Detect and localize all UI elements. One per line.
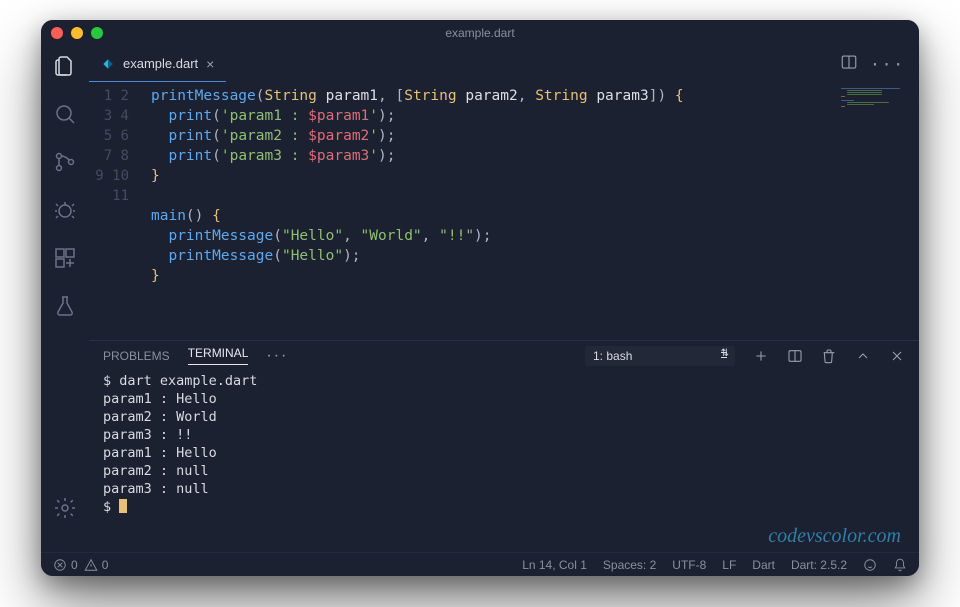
terminal-output[interactable]: $ dart example.dart param1 : Hello param… bbox=[89, 370, 919, 552]
terminal-cursor bbox=[119, 499, 127, 513]
panel-tab-problems[interactable]: PROBLEMS bbox=[103, 349, 170, 363]
status-bell-icon[interactable] bbox=[893, 558, 907, 572]
status-sdk[interactable]: Dart: 2.5.2 bbox=[791, 558, 847, 572]
settings-gear-icon[interactable] bbox=[53, 496, 77, 524]
split-editor-icon[interactable] bbox=[834, 49, 864, 79]
window-title: example.dart bbox=[41, 26, 919, 40]
test-icon[interactable] bbox=[53, 294, 77, 322]
tab-example-dart[interactable]: example.dart × bbox=[89, 46, 226, 82]
status-language[interactable]: Dart bbox=[752, 558, 775, 572]
status-spaces[interactable]: Spaces: 2 bbox=[603, 558, 656, 572]
search-icon[interactable] bbox=[53, 102, 77, 130]
minimap[interactable] bbox=[841, 82, 919, 340]
tab-label: example.dart bbox=[123, 56, 198, 71]
status-feedback-icon[interactable] bbox=[863, 558, 877, 572]
explorer-icon[interactable] bbox=[53, 54, 77, 82]
vscode-window: example.dart bbox=[41, 20, 919, 576]
debug-icon[interactable] bbox=[53, 198, 77, 226]
bottom-panel: PROBLEMS TERMINAL ··· 1: bash⇅ $ dart ex… bbox=[89, 340, 919, 552]
code-content[interactable]: printMessage(String param1, [String para… bbox=[143, 82, 841, 340]
panel-tab-bar: PROBLEMS TERMINAL ··· 1: bash⇅ bbox=[89, 341, 919, 370]
editor-more-icon[interactable]: ··· bbox=[864, 51, 911, 78]
activity-bar bbox=[41, 46, 89, 552]
status-warnings[interactable]: 0 bbox=[84, 558, 109, 572]
source-control-icon[interactable] bbox=[53, 150, 77, 178]
status-errors[interactable]: 0 bbox=[53, 558, 78, 572]
status-cursor[interactable]: Ln 14, Col 1 bbox=[522, 558, 587, 572]
line-gutter: 1 2 3 4 5 6 7 8 9 10 11 bbox=[89, 82, 143, 340]
dart-file-icon bbox=[101, 57, 115, 71]
close-panel-icon[interactable] bbox=[889, 348, 905, 364]
split-terminal-icon[interactable] bbox=[787, 348, 803, 364]
maximize-panel-icon[interactable] bbox=[855, 348, 871, 364]
panel-tab-terminal[interactable]: TERMINAL bbox=[188, 346, 249, 365]
code-editor[interactable]: 1 2 3 4 5 6 7 8 9 10 11 printMessage(Str… bbox=[89, 82, 919, 340]
new-terminal-icon[interactable] bbox=[753, 348, 769, 364]
extensions-icon[interactable] bbox=[53, 246, 77, 274]
titlebar: example.dart bbox=[41, 20, 919, 46]
panel-more-icon[interactable]: ··· bbox=[266, 347, 288, 365]
status-eol[interactable]: LF bbox=[722, 558, 736, 572]
status-encoding[interactable]: UTF-8 bbox=[672, 558, 706, 572]
tab-close-icon[interactable]: × bbox=[206, 56, 214, 72]
status-bar: 0 0 Ln 14, Col 1 Spaces: 2 UTF-8 LF Dart… bbox=[41, 552, 919, 576]
terminal-selector[interactable]: 1: bash⇅ bbox=[585, 346, 735, 366]
editor-tab-bar: example.dart × ··· bbox=[89, 46, 919, 82]
watermark: codevscolor.com bbox=[768, 525, 901, 548]
kill-terminal-icon[interactable] bbox=[821, 348, 837, 364]
